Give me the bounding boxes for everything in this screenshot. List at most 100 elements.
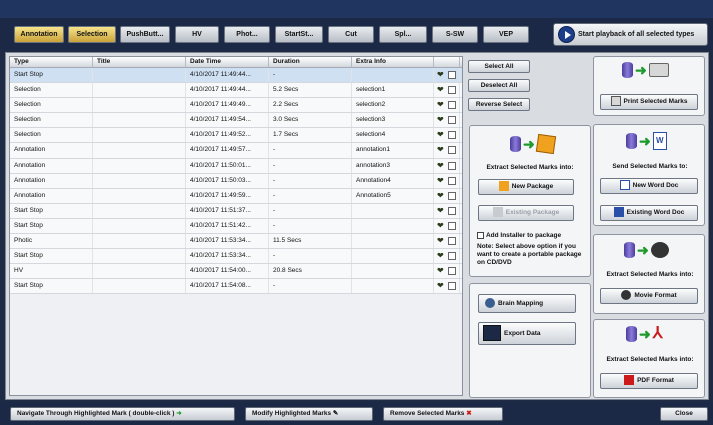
- table-row[interactable]: Start Stop 4/10/2017 11:51:42... - ❤: [10, 218, 462, 235]
- row-title: [93, 128, 186, 143]
- row-select-checkbox[interactable]: [448, 176, 456, 185]
- filter-annotation-button[interactable]: Annotation: [14, 26, 64, 43]
- row-select-checkbox[interactable]: [448, 206, 456, 215]
- filter-selection-button[interactable]: Selection: [68, 26, 116, 43]
- filter-spike-button[interactable]: Spl...: [379, 26, 427, 43]
- table-row[interactable]: Annotation 4/10/2017 11:50:01... - annotati…: [10, 158, 462, 174]
- reverse-select-button[interactable]: Reverse Select: [468, 98, 530, 111]
- row-duration: -: [269, 203, 352, 218]
- mark-heart-icon[interactable]: ❤: [437, 267, 444, 275]
- column-duration[interactable]: Duration: [269, 57, 352, 67]
- data-grid-icon: [483, 325, 501, 342]
- add-installer-label: Add Installer to package: [485, 232, 562, 239]
- row-select-checkbox[interactable]: [448, 116, 456, 125]
- column-extra-info[interactable]: Extra Info: [352, 57, 434, 67]
- row-select-checkbox[interactable]: [448, 161, 456, 170]
- row-select-checkbox[interactable]: [448, 237, 456, 246]
- mark-heart-icon[interactable]: ❤: [437, 146, 444, 154]
- close-button[interactable]: Close: [660, 407, 708, 421]
- mark-heart-icon[interactable]: ❤: [437, 191, 444, 200]
- deselect-all-button[interactable]: Deselect All: [468, 79, 530, 92]
- filter-ssw-button[interactable]: S-SW: [432, 26, 478, 43]
- row-type: Selection: [10, 98, 93, 113]
- existing-word-doc-button[interactable]: Existing Word Doc: [600, 205, 698, 221]
- filter-startstop-button[interactable]: StartSt...: [275, 26, 323, 43]
- row-date-time: 4/10/2017 11:49:49...: [186, 98, 269, 113]
- row-select-checkbox[interactable]: [448, 86, 456, 95]
- table-row[interactable]: Selection 4/10/2017 11:49:44... 5.2 Secs se…: [10, 83, 462, 99]
- mark-heart-icon[interactable]: ❤: [437, 221, 444, 230]
- send-marks-title: Send Selected Marks to:: [612, 163, 688, 170]
- row-select-checkbox[interactable]: [448, 71, 456, 79]
- movie-illustration: ➜: [624, 242, 669, 258]
- table-row[interactable]: Annotation 4/10/2017 11:49:59... - Annotati…: [10, 188, 462, 204]
- film-reel-icon: [621, 290, 632, 301]
- select-all-button[interactable]: Select All: [468, 60, 530, 73]
- table-row[interactable]: Start Stop 4/10/2017 11:54:08... - ❤: [10, 279, 462, 295]
- arrow-right-icon: ➜: [523, 136, 535, 152]
- mark-heart-icon[interactable]: ❤: [437, 131, 444, 139]
- filter-photic-button[interactable]: Phot...: [224, 26, 270, 43]
- table-row[interactable]: Selection 4/10/2017 11:49:52... 1.7 Secs se…: [10, 128, 462, 144]
- row-type: Photic: [10, 234, 93, 249]
- row-select-checkbox[interactable]: [448, 252, 456, 261]
- export-data-button[interactable]: Export Data: [478, 322, 576, 345]
- row-date-time: 4/10/2017 11:49:54...: [186, 113, 269, 128]
- row-type: Annotation: [10, 143, 93, 158]
- row-select-checkbox[interactable]: [448, 282, 456, 291]
- add-installer-option[interactable]: Add Installer to package: [477, 232, 587, 239]
- mark-heart-icon[interactable]: ❤: [437, 86, 444, 94]
- mark-heart-icon[interactable]: ❤: [437, 176, 444, 185]
- mark-heart-icon[interactable]: ❤: [437, 252, 444, 260]
- table-row[interactable]: Photic 4/10/2017 11:53:34... 11.5 Secs ❤: [10, 234, 462, 250]
- movie-extract-title: Extract Selected Marks into:: [606, 271, 694, 278]
- brain-mapping-button[interactable]: Brain Mapping: [478, 294, 576, 313]
- mark-heart-icon[interactable]: ❤: [437, 101, 444, 109]
- row-select-checkbox[interactable]: [448, 131, 456, 140]
- row-title: [93, 143, 186, 158]
- table-row[interactable]: Annotation 4/10/2017 11:49:57... - annotati…: [10, 143, 462, 159]
- table-row[interactable]: Annotation 4/10/2017 11:50:03... - Annotati…: [10, 173, 462, 189]
- new-package-button[interactable]: New Package: [478, 179, 574, 195]
- table-row[interactable]: Start Stop 4/10/2017 11:53:34... - ❤: [10, 249, 462, 265]
- table-row[interactable]: Start Stop 4/10/2017 11:49:44... - ❤: [10, 68, 462, 84]
- print-selected-marks-button[interactable]: Print Selected Marks: [600, 94, 698, 110]
- remove-selected-marks-button[interactable]: Remove Selected Marks ✖: [383, 407, 503, 421]
- movie-format-button[interactable]: Movie Format: [600, 288, 698, 304]
- row-type: Start Stop: [10, 203, 93, 218]
- add-installer-checkbox[interactable]: [477, 232, 484, 239]
- table-row[interactable]: HV 4/10/2017 11:54:00... 20.8 Secs ❤: [10, 264, 462, 280]
- navigate-highlighted-mark-button[interactable]: Navigate Through Highlighted Mark ( doub…: [10, 407, 235, 421]
- row-date-time: 4/10/2017 11:54:00...: [186, 264, 269, 279]
- filter-pushbutton-button[interactable]: PushButt...: [120, 26, 170, 43]
- row-select-checkbox[interactable]: [448, 191, 456, 200]
- column-date-time[interactable]: Date Time: [186, 57, 269, 67]
- mark-heart-icon[interactable]: ❤: [437, 116, 444, 124]
- mark-heart-icon[interactable]: ❤: [437, 206, 444, 215]
- table-row[interactable]: Selection 4/10/2017 11:49:49... 2.2 Secs se…: [10, 98, 462, 114]
- column-type[interactable]: Type: [10, 57, 93, 67]
- row-duration: 5.2 Secs: [269, 83, 352, 98]
- new-word-doc-button[interactable]: New Word Doc: [600, 178, 698, 194]
- row-select-checkbox[interactable]: [448, 146, 456, 155]
- table-row[interactable]: Selection 4/10/2017 11:49:54... 3.0 Secs se…: [10, 113, 462, 129]
- modify-highlighted-marks-button[interactable]: Modify Highlighted Marks ✎: [245, 407, 373, 421]
- column-title[interactable]: Title: [93, 57, 186, 67]
- existing-package-button[interactable]: Existing Package: [478, 205, 574, 221]
- pdf-format-button[interactable]: PDF Format: [600, 373, 698, 389]
- row-select-checkbox[interactable]: [448, 267, 456, 276]
- row-extra-info: Annotation5: [352, 188, 434, 203]
- filter-hv-button[interactable]: HV: [175, 26, 219, 43]
- filter-cut-button[interactable]: Cut: [328, 26, 374, 43]
- arrow-right-icon: ➜: [176, 410, 182, 417]
- row-select-checkbox[interactable]: [448, 221, 456, 230]
- package-illustration: ➜: [510, 133, 556, 155]
- table-row[interactable]: Start Stop 4/10/2017 11:51:37... - ❤: [10, 203, 462, 219]
- mark-heart-icon[interactable]: ❤: [437, 237, 444, 245]
- row-select-checkbox[interactable]: [448, 101, 456, 110]
- mark-heart-icon[interactable]: ❤: [437, 282, 444, 290]
- filter-vep-button[interactable]: VEP: [483, 26, 529, 43]
- mark-heart-icon[interactable]: ❤: [437, 71, 444, 79]
- start-playback-button[interactable]: Start playback of all selected types: [553, 23, 708, 46]
- mark-heart-icon[interactable]: ❤: [437, 161, 444, 170]
